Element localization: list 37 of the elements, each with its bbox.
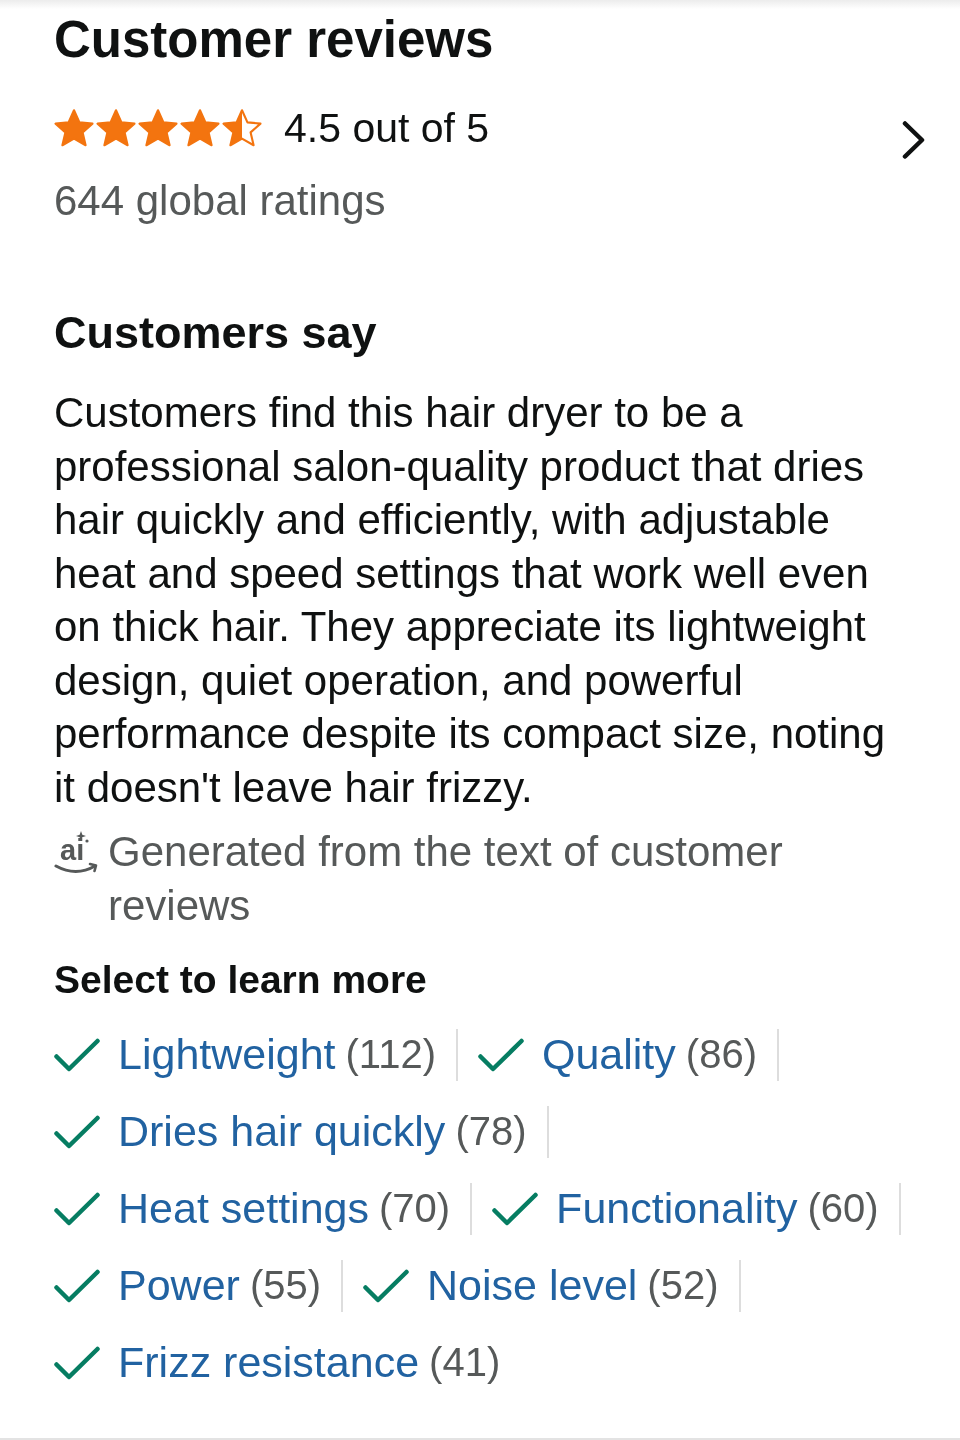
section-subtitle: Select to learn more: [54, 957, 428, 1003]
mention-count: (86): [685, 1032, 757, 1077]
check-icon: [477, 1037, 524, 1072]
mention-count: (52): [647, 1263, 719, 1308]
mention-count: (55): [249, 1263, 322, 1308]
check-icon: [54, 1191, 100, 1226]
check-icon: [363, 1268, 410, 1303]
section-title: Customers say: [54, 306, 378, 360]
summary-text: Customers find this hair dryer to be a professional salon-quality product that dries hair quickly and efficiently, with adjustable heat and speed settings that work well even on thick hair. They appreciate its lightweight design, quiet operation, and powerful performance despite its compact size, noting it doesn't leave hair frizzy.: [54, 388, 887, 813]
star-icon: [138, 109, 178, 147]
aspect-filter-button[interactable]: Dries hair quickly (78): [54, 1105, 549, 1158]
check-icon: [54, 1037, 100, 1072]
aspect-filter-button[interactable]: Lightweight (112): [54, 1028, 458, 1081]
check-icon: [492, 1191, 539, 1226]
aspect-filter-button[interactable]: Quality (86): [477, 1028, 779, 1081]
check-icon: [54, 1114, 100, 1149]
aspect-filter-button[interactable]: Heat settings (70): [54, 1182, 473, 1235]
half-star-icon: [222, 109, 262, 147]
mention-count: (78): [455, 1109, 527, 1154]
mention-count: (112): [345, 1032, 436, 1077]
mention-count: (70): [378, 1186, 451, 1231]
aspect-filter-button[interactable]: Frizz resistance (41): [54, 1336, 521, 1389]
aspect-filter-button[interactable]: Power (55): [54, 1259, 344, 1312]
mention-count: (41): [429, 1340, 501, 1385]
aspect-filter-button[interactable]: Functionality (60): [492, 1182, 901, 1235]
star-icon: [180, 109, 220, 147]
ai-disclaimer-text: Generated from the text of customer reviews: [108, 827, 784, 931]
mention-count: (60): [807, 1186, 879, 1231]
aspect-filter-button[interactable]: Noise level (52): [363, 1259, 741, 1312]
star-icon: [54, 109, 94, 147]
section-title: Customer reviews: [54, 12, 495, 68]
star-icon: [96, 109, 136, 147]
rating-text: 4.5 out of 5: [284, 104, 490, 153]
check-icon: [54, 1345, 100, 1380]
check-icon: [54, 1268, 100, 1303]
ratings-count: 644 global ratings: [54, 176, 387, 226]
chevron-right-icon[interactable]: [902, 121, 926, 159]
